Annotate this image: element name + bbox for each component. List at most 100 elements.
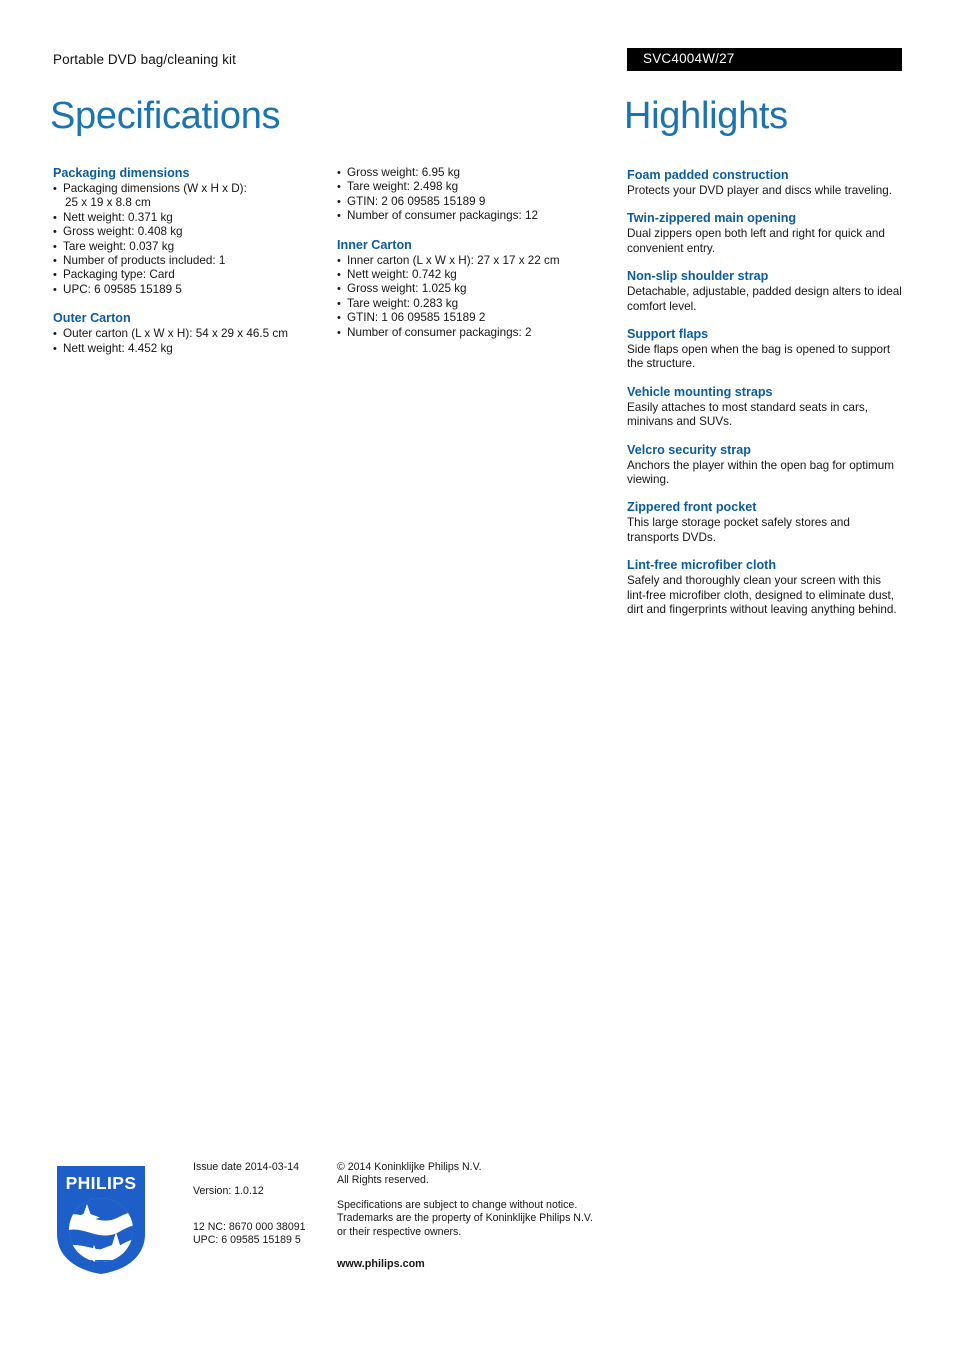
highlight-item: Foam padded construction Protects your DV… — [627, 168, 903, 198]
highlight-description: Easily attaches to most standard seats i… — [627, 400, 869, 429]
specifications-column-2: Gross weight: 6.95 kgTare weight: 2.498 … — [337, 166, 609, 340]
spec-list-item: Tare weight: 0.037 kg — [53, 239, 325, 255]
highlight-title: Zippered front pocket — [627, 500, 757, 515]
spec-list-item: Tare weight: 2.498 kg — [337, 180, 609, 195]
spec-item-text: Nett weight: 0.371 kg — [63, 210, 173, 224]
spec-list-item: Number of consumer packagings: 12 — [337, 209, 609, 224]
spec-item-text: GTIN: 1 06 09585 15189 2 — [347, 311, 486, 325]
twelve-nc: 12 NC: 8670 000 38091 — [193, 1220, 306, 1233]
spec-item-text: Tare weight: 2.498 kg — [347, 180, 459, 194]
highlight-item: Twin-zippered main opening Dual zippers o… — [627, 211, 903, 256]
footer-upc: UPC: 6 09585 15189 5 — [193, 1234, 301, 1247]
spec-list-item: Outer carton (L x W x H): 54 x 29 x 46.5… — [53, 327, 325, 342]
spec-item-text: Tare weight: 0.283 kg — [347, 296, 459, 310]
highlight-title: Non-slip shoulder strap — [627, 269, 769, 284]
product-code-banner: SVC4004W/27 — [627, 48, 902, 71]
spec-list-item: Packaging dimensions (W x H x D):25 x 19… — [53, 182, 325, 211]
highlight-description: Side flaps open when the bag is opened t… — [627, 343, 891, 371]
spec-group: Outer CartonOuter carton (L x W x H): 54… — [53, 311, 325, 356]
highlight-description: Dual zippers open both left and right fo… — [627, 227, 885, 255]
highlight-title: Lint-free microfiber cloth — [627, 558, 777, 573]
spec-list-item: Nett weight: 4.452 kg — [53, 341, 325, 357]
spec-list-item: GTIN: 2 06 09585 15189 9 — [337, 194, 609, 210]
highlight-title: Vehicle mounting straps — [627, 384, 773, 399]
spec-item-text: Nett weight: 4.452 kg — [63, 341, 173, 355]
spec-list-item: Number of products included: 1 — [53, 254, 325, 269]
spec-group-heading: Packaging dimensions — [53, 166, 190, 180]
spec-list: Outer carton (L x W x H): 54 x 29 x 46.5… — [53, 327, 325, 356]
spec-group-heading: Inner Carton — [337, 237, 412, 252]
spec-list-item: GTIN: 1 06 09585 15189 2 — [337, 311, 609, 326]
specifications-column-1: Packaging dimensions Packaging dimensions… — [53, 166, 325, 356]
highlight-item: Vehicle mounting straps Easily attaches t… — [627, 385, 903, 430]
highlight-description: Protects your DVD player and discs while… — [627, 184, 893, 197]
spec-item-text: Packaging dimensions (W x H x D): — [63, 182, 247, 195]
spec-item-text: Number of consumer packagings: 2 — [347, 325, 532, 339]
highlight-title: Velcro security strap — [627, 442, 751, 457]
spec-list-item: Packaging type: Card — [53, 268, 325, 283]
spec-item-continuation: 25 x 19 x 8.8 cm — [65, 196, 151, 210]
highlight-description: Anchors the player within the open bag f… — [627, 458, 895, 487]
footer-legal-column: © 2014 Koninklijke Philips N.V. All Righ… — [337, 1161, 627, 1271]
spec-list-item: Nett weight: 0.371 kg — [53, 210, 325, 226]
footer-meta-column: Issue date 2014-03-14 Version: 1.0.12 12… — [193, 1161, 333, 1248]
issue-date: Issue date 2014-03-14 — [193, 1161, 300, 1173]
disclaimer-line-2: Trademarks are the property of Koninklij… — [337, 1212, 593, 1225]
highlight-item: Support flaps Side flaps open when the ba… — [627, 327, 903, 372]
disclaimer-line-1: Specifications are subject to change wit… — [337, 1198, 578, 1211]
spec-item-text: Inner carton (L x W x H): 27 x 17 x 22 c… — [347, 253, 560, 267]
version: Version: 1.0.12 — [193, 1185, 264, 1198]
spec-item-text: GTIN: 2 06 09585 15189 9 — [347, 194, 486, 208]
spec-item-text: Gross weight: 6.95 kg — [347, 166, 461, 179]
spec-item-text: Number of consumer packagings: 12 — [347, 209, 538, 223]
copyright-line-2: All Rights reserved. — [337, 1174, 429, 1187]
product-code: SVC4004W/27 — [643, 51, 735, 66]
highlight-title: Twin-zippered main opening — [627, 211, 797, 226]
product-name: Portable DVD bag/cleaning kit — [53, 52, 237, 67]
svg-text:PHILIPS: PHILIPS — [66, 1173, 137, 1193]
disclaimer-line-3: or their respective owners. — [337, 1225, 462, 1238]
copyright-line-1: © 2014 Koninklijke Philips N.V. — [337, 1161, 482, 1173]
highlight-description: Detachable, adjustable, padded design al… — [627, 285, 902, 313]
spec-item-text: Packaging type: Card — [63, 268, 175, 282]
copyright-block: © 2014 Koninklijke Philips N.V. All Righ… — [337, 1161, 627, 1188]
highlights-title: Highlights — [624, 95, 788, 137]
specifications-title: Specifications — [50, 95, 281, 137]
philips-logo: PHILIPS — [57, 1166, 145, 1274]
spec-group: Gross weight: 6.95 kgTare weight: 2.498 … — [337, 166, 609, 224]
highlight-item: Velcro security strap Anchors the player … — [627, 443, 903, 488]
page-footer: PHILIPS Issue date 2014-03-14 Version: 1… — [0, 1158, 954, 1298]
disclaimer-block: Specifications are subject to change wit… — [337, 1199, 627, 1239]
spec-item-text: Outer carton (L x W x H): 54 x 29 x 46.5… — [63, 327, 288, 341]
spec-item-text: Number of products included: 1 — [63, 254, 226, 268]
spec-group: Inner CartonInner carton (L x W x H): 27… — [337, 237, 609, 341]
spec-list-item: Number of consumer packagings: 2 — [337, 325, 609, 341]
website-link[interactable]: www.philips.com — [337, 1258, 627, 1271]
highlights-column: Foam padded construction Protects your DV… — [627, 168, 903, 618]
spec-list: Gross weight: 6.95 kgTare weight: 2.498 … — [337, 166, 609, 224]
highlight-description: Safely and thoroughly clean your screen … — [627, 574, 897, 617]
spec-item-text: Nett weight: 0.742 kg — [347, 268, 457, 282]
spec-list-item: Gross weight: 6.95 kg — [337, 166, 609, 181]
spec-list-item: UPC: 6 09585 15189 5 — [53, 282, 325, 298]
spec-list-item: Inner carton (L x W x H): 27 x 17 x 22 c… — [337, 253, 609, 269]
highlight-item: Non-slip shoulder strap Detachable, adjus… — [627, 269, 903, 314]
page-header: Portable DVD bag/cleaning kit SVC4004W/2… — [0, 48, 954, 78]
philips-shield-icon: PHILIPS — [57, 1166, 145, 1274]
spec-item-text: Tare weight: 0.037 kg — [63, 239, 175, 253]
spec-item-text: Gross weight: 1.025 kg — [347, 282, 467, 296]
spec-list: Packaging dimensions (W x H x D):25 x 19… — [53, 182, 325, 298]
spec-list-item: Nett weight: 0.742 kg — [337, 268, 609, 283]
spec-list: Inner carton (L x W x H): 27 x 17 x 22 c… — [337, 253, 609, 341]
highlight-item: Zippered front pocket This large storage … — [627, 500, 903, 545]
spec-group-heading: Outer Carton — [53, 311, 131, 326]
highlight-description: This large storage pocket safely stores … — [627, 516, 850, 544]
spec-list-item: Tare weight: 0.283 kg — [337, 296, 609, 312]
spec-list-item: Gross weight: 1.025 kg — [337, 282, 609, 297]
spec-item-text: UPC: 6 09585 15189 5 — [63, 282, 182, 296]
highlight-title: Support flaps — [627, 327, 709, 342]
spec-list-item: Gross weight: 0.408 kg — [53, 225, 325, 240]
highlight-title: Foam padded construction — [627, 168, 789, 182]
spec-group: Packaging dimensions Packaging dimensions… — [53, 166, 325, 298]
highlight-item: Lint-free microfiber cloth Safely and tho… — [627, 558, 903, 617]
